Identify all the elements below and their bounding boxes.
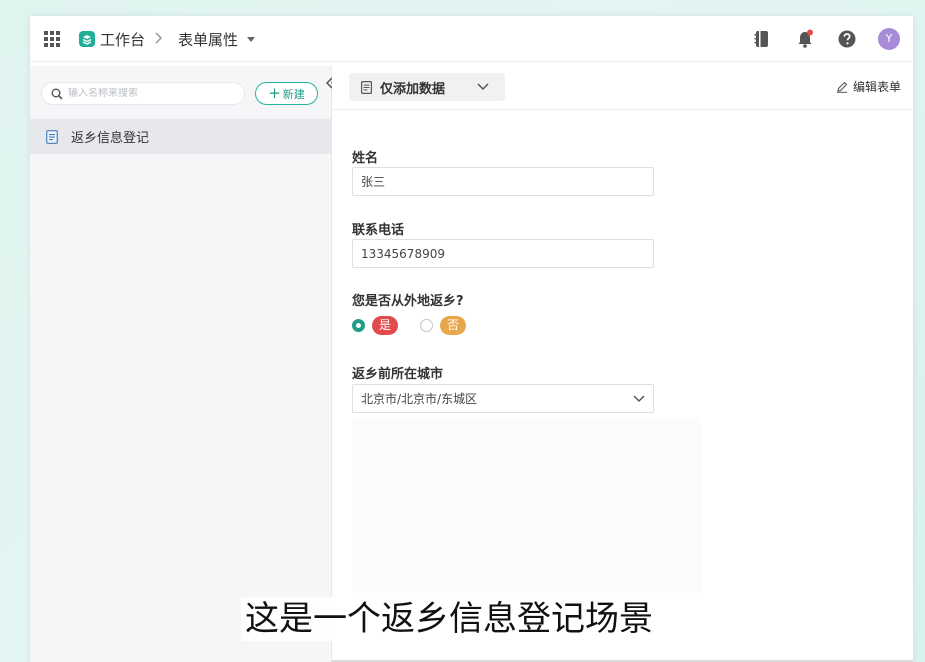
radio-button[interactable]: [352, 319, 365, 332]
search-box[interactable]: [41, 82, 245, 105]
form-panel: 仅添加数据 编辑表单 姓名 联系电话 您是否从外地返乡? 是 否 返乡前所在城市: [332, 66, 913, 662]
search-input[interactable]: [68, 88, 238, 99]
video-subtitle: 这是一个返乡信息登记场景: [241, 597, 657, 641]
breadcrumb-form-properties[interactable]: 表单属性: [178, 28, 256, 50]
app-window: 工作台 表单属性 Y 输入名称来搜索 + 新建 返乡信息登记 仅添加数据 编辑表…: [30, 16, 913, 662]
chevron-down-icon: [477, 83, 489, 91]
document-icon: [361, 80, 372, 94]
notebook-icon[interactable]: [752, 29, 772, 49]
new-button-label: 新建: [282, 87, 305, 101]
bell-icon[interactable]: [795, 29, 815, 49]
plus-icon: +: [268, 84, 281, 102]
chevron-down-icon: [633, 395, 645, 403]
option-tag-no: 否: [440, 316, 466, 335]
sidebar: + 新建 返乡信息登记: [30, 66, 332, 662]
workbench-link[interactable]: 工作台: [78, 28, 145, 50]
city-label: 返乡前所在城市: [352, 367, 444, 382]
edit-form-label: 编辑表单: [852, 80, 901, 94]
city-select[interactable]: 北京市/北京市/东城区: [352, 384, 654, 413]
submit-mode-select[interactable]: 仅添加数据: [349, 73, 505, 101]
phone-label: 联系电话: [352, 223, 405, 238]
empty-panel: [352, 418, 702, 593]
chevron-right-icon: [155, 32, 163, 44]
top-bar: 工作台 表单属性 Y: [30, 16, 913, 62]
user-avatar[interactable]: Y: [878, 28, 900, 50]
radio-option-yes[interactable]: 是: [352, 316, 398, 335]
search-icon: [51, 88, 63, 100]
edit-form-button[interactable]: 编辑表单: [836, 78, 901, 95]
divider: [332, 109, 913, 110]
submit-mode-label: 仅添加数据: [380, 81, 446, 97]
returned-question-label: 您是否从外地返乡?: [352, 294, 464, 309]
radio-button[interactable]: [420, 319, 433, 332]
document-icon: [46, 129, 58, 144]
option-tag-yes: 是: [372, 316, 398, 335]
radio-option-no[interactable]: 否: [420, 316, 466, 335]
brand-cube-icon: [79, 31, 95, 47]
name-label: 姓名: [352, 151, 379, 166]
sidebar-item-label: 返乡信息登记: [71, 131, 150, 146]
sidebar-item-return-registration[interactable]: 返乡信息登记: [30, 119, 331, 154]
phone-field[interactable]: [352, 239, 654, 268]
apps-grid-icon[interactable]: [44, 31, 60, 47]
help-icon[interactable]: [837, 29, 857, 49]
brand-label: 工作台: [100, 30, 146, 49]
new-button[interactable]: + 新建: [255, 82, 318, 105]
caret-down-icon: [247, 36, 256, 42]
pencil-icon: [836, 81, 848, 93]
city-value: 北京市/北京市/东城区: [361, 392, 478, 406]
name-field[interactable]: [352, 167, 654, 196]
breadcrumb-label: 表单属性: [178, 30, 239, 49]
